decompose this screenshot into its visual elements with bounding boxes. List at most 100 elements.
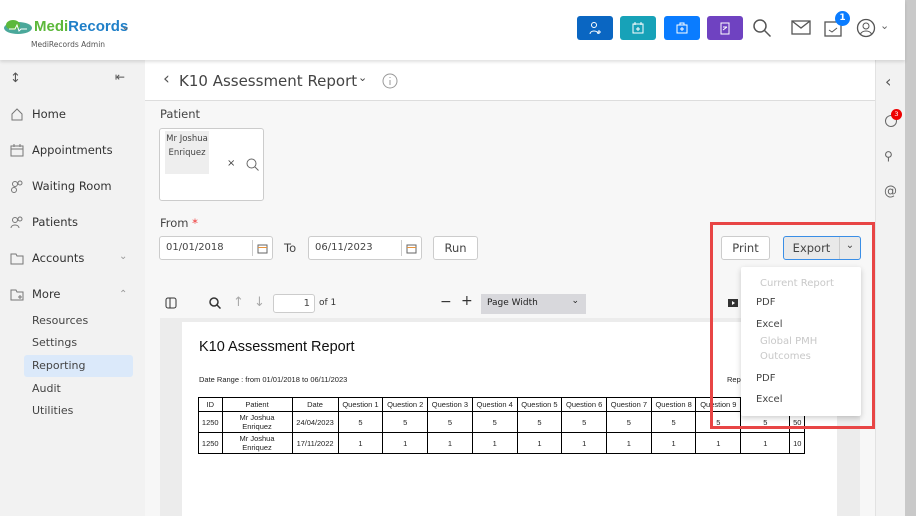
sidebar-item-label: Appointments <box>32 143 113 157</box>
add-patient-button[interactable] <box>577 16 613 40</box>
sidebar-item-accounts[interactable]: Accounts <box>10 251 84 265</box>
more-chevron-up-icon[interactable]: ⌃ <box>119 289 127 300</box>
calendar-icon[interactable] <box>257 243 268 254</box>
brand-chevron-icon[interactable]: ⌄ <box>121 20 130 33</box>
add-user-icon <box>589 22 601 35</box>
home-icon <box>11 108 23 121</box>
expand-panel-icon[interactable]: ‹ <box>885 72 891 91</box>
calendar-icon <box>10 144 24 157</box>
scrollbar[interactable] <box>905 0 916 516</box>
sidebar-subitem-resources[interactable]: Resources <box>24 310 133 332</box>
table-cell: 5 <box>427 411 473 433</box>
column-header: Patient <box>221 397 293 412</box>
table-cell: 1 <box>471 432 518 454</box>
clipboard-button[interactable] <box>707 16 743 40</box>
run-button[interactable]: Run <box>433 236 478 260</box>
table-cell: 1 <box>740 432 791 454</box>
page-count: of 1 <box>319 298 337 308</box>
medical-kit-icon <box>676 22 688 34</box>
info-icon[interactable] <box>382 73 398 89</box>
column-header: Question 6 <box>561 397 608 412</box>
previous-page-icon[interactable]: ↑ <box>233 295 244 310</box>
table-cell: 5 <box>606 411 652 433</box>
right-rail: ‹ 3 ⚲ @ <box>875 60 905 516</box>
brand-subtitle: MediRecords Admin <box>31 40 106 49</box>
page-number-input[interactable]: 1 <box>273 294 315 313</box>
calendar-icon[interactable] <box>406 243 417 254</box>
brand-logo[interactable]: MediRecords <box>34 18 128 35</box>
zoom-out-icon[interactable]: − <box>440 294 452 310</box>
sidebar-item-home[interactable]: Home <box>10 107 66 121</box>
table-cell: 5 <box>650 411 697 433</box>
table-cell: 5 <box>382 411 429 433</box>
user-avatar-icon[interactable] <box>856 18 876 38</box>
table-cell: 1 <box>561 432 608 454</box>
from-date-input[interactable]: 01/01/2018 <box>159 236 273 260</box>
collapse-sidebar-icon[interactable]: ⇤ <box>115 70 125 84</box>
chat-badge: 3 <box>891 109 902 120</box>
resize-icon[interactable]: ↕ <box>10 71 21 86</box>
sidebar: ↕ ⇤ Home Appointments Waiting Room Patie… <box>0 60 145 516</box>
table-cell: 1 <box>382 432 429 454</box>
report-title: K10 Assessment Report <box>199 339 355 355</box>
sidebar-item-patients[interactable]: Patients <box>10 215 78 229</box>
required-mark: * <box>192 216 198 230</box>
sidebar-item-label: More <box>32 287 61 301</box>
add-appointment-button[interactable] <box>620 16 656 40</box>
sidebar-item-label: Patients <box>32 215 79 229</box>
patient-search-icon[interactable] <box>246 158 259 171</box>
medical-kit-button[interactable] <box>664 16 700 40</box>
back-icon[interactable]: ‹ <box>163 69 170 89</box>
table-cell: 1 <box>337 432 384 454</box>
zoom-in-icon[interactable]: + <box>461 293 473 309</box>
column-header: Date <box>291 397 339 412</box>
page-header: ‹ K10 Assessment Report ⌄ <box>145 60 875 101</box>
mention-icon[interactable]: @ <box>884 184 897 199</box>
search-icon[interactable] <box>752 18 772 38</box>
sidebar-toggle-icon[interactable] <box>165 297 177 309</box>
sidebar-item-label: Accounts <box>32 251 85 265</box>
sidebar-subitem-utilities[interactable]: Utilities <box>24 400 133 422</box>
table-cell: 1250 <box>198 411 223 433</box>
to-date-value: 06/11/2023 <box>315 242 373 253</box>
sidebar-item-waiting-room[interactable]: Waiting Room <box>10 179 112 193</box>
sidebar-subitem-reporting[interactable]: Reporting <box>24 355 133 377</box>
mail-icon[interactable] <box>791 20 811 36</box>
next-page-icon[interactable]: ↓ <box>254 295 265 310</box>
accounts-chevron-down-icon[interactable]: ⌄ <box>119 251 127 262</box>
sidebar-subitem-audit[interactable]: Audit <box>24 378 133 400</box>
sidebar-item-label: Waiting Room <box>32 179 112 193</box>
table-cell: 5 <box>561 411 608 433</box>
patient-label: Patient <box>160 107 201 121</box>
from-date-value: 01/01/2018 <box>166 242 224 253</box>
table-cell: Mr Joshua Enriquez <box>221 432 293 454</box>
sidebar-item-more[interactable]: More <box>10 287 61 301</box>
table-cell: 1250 <box>198 432 223 454</box>
sidebar-item-appointments[interactable]: Appointments <box>10 143 113 157</box>
to-date-input[interactable]: 06/11/2023 <box>308 236 422 260</box>
zoom-mode-select[interactable]: Page Width ⌄ <box>481 294 586 314</box>
notification-badge: 1 <box>835 11 850 26</box>
column-header: Question 7 <box>606 397 652 412</box>
table-cell: 1 <box>650 432 697 454</box>
sidebar-subitem-settings[interactable]: Settings <box>24 332 133 354</box>
column-header: Question 5 <box>516 397 563 412</box>
pin-icon[interactable]: ⚲ <box>884 149 893 163</box>
column-header: Question 1 <box>337 397 384 412</box>
brand-part2: Records <box>68 18 129 35</box>
viewer-search-icon[interactable] <box>209 297 221 309</box>
column-header: Question 8 <box>650 397 697 412</box>
patient-field[interactable]: Mr Joshua Enriquez × <box>159 128 264 201</box>
title-chevron-icon[interactable]: ⌄ <box>358 71 367 84</box>
patient-chip: Mr Joshua Enriquez <box>165 131 209 174</box>
top-bar: MediRecords ⌄ MediRecords Admin 1 ⌄ <box>0 0 905 60</box>
table-cell: 1 <box>427 432 473 454</box>
waiting-room-icon <box>11 180 23 193</box>
column-header: Question 3 <box>427 397 473 412</box>
logo-cloud-icon <box>4 20 32 34</box>
page-title: K10 Assessment Report <box>179 72 358 90</box>
clear-patient-icon[interactable]: × <box>227 158 235 169</box>
table-cell: 1 <box>516 432 563 454</box>
user-menu-chevron-icon[interactable]: ⌄ <box>880 19 889 32</box>
table-cell: 1 <box>606 432 652 454</box>
